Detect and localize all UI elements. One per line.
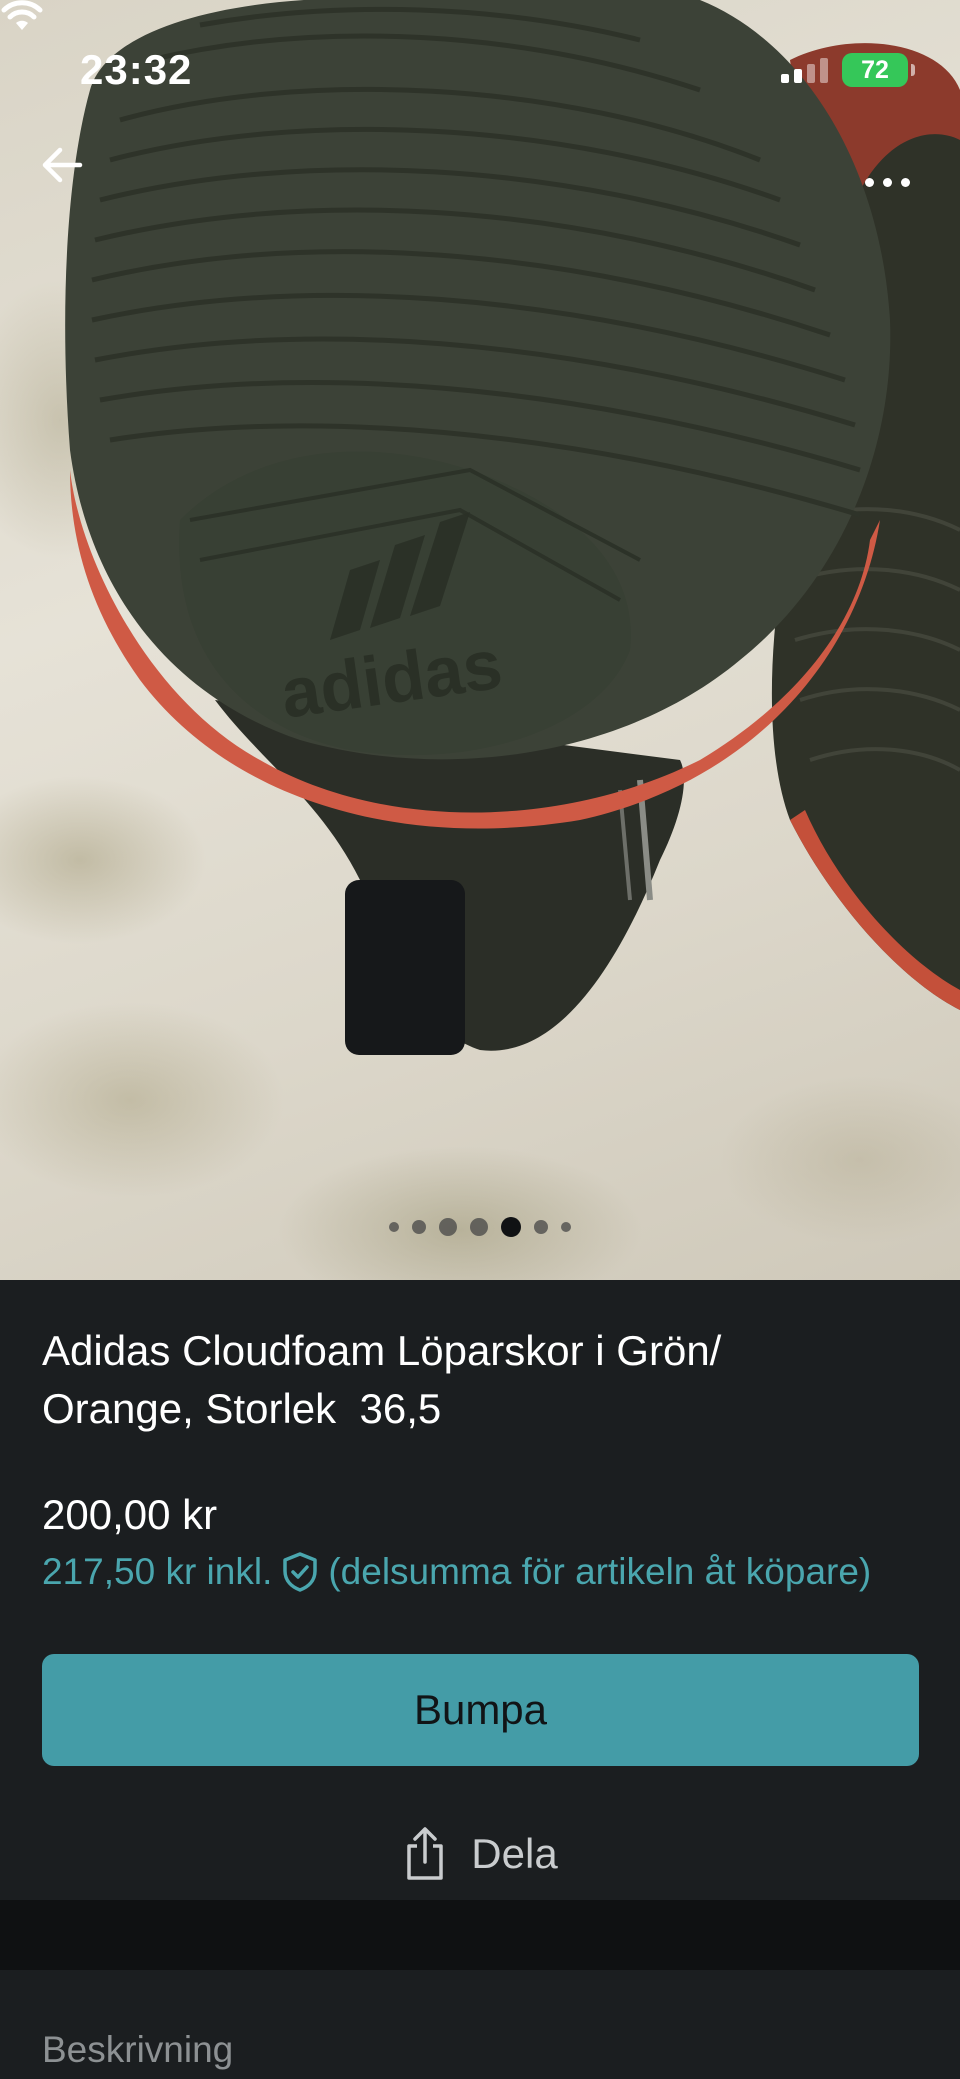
arrow-left-icon	[42, 147, 83, 183]
carousel-dot[interactable]	[389, 1222, 399, 1232]
shield-check-icon	[283, 1552, 318, 1592]
price-including-protection[interactable]: 217,50 kr inkl. (delsumma för artikeln å…	[42, 1548, 918, 1596]
bump-button[interactable]: Bumpa	[42, 1654, 919, 1766]
share-button[interactable]: Dela	[42, 1814, 919, 1894]
carousel-indicator	[0, 1217, 960, 1237]
clock: 23:32	[80, 46, 193, 93]
price-incl-amount: 217,50 kr inkl.	[42, 1551, 273, 1592]
product-photo[interactable]: adidas 23:32 72	[0, 0, 960, 1280]
carousel-dot[interactable]	[470, 1218, 488, 1236]
share-icon	[407, 1827, 444, 1880]
price-incl-note: (delsumma för artikeln åt köpare)	[328, 1551, 872, 1592]
battery-level: 72	[861, 55, 889, 84]
bump-button-label: Bumpa	[413, 1686, 548, 1733]
carousel-dot[interactable]	[534, 1220, 548, 1234]
listing-details: Adidas Cloudfoam Löparskor i Grön/ Orang…	[0, 1280, 960, 1900]
carousel-dot[interactable]	[439, 1218, 457, 1236]
status-bar: 23:32 72	[0, 0, 960, 140]
more-options-button[interactable]	[850, 150, 924, 214]
status-icons: 72	[1, 0, 915, 87]
carousel-dot-active[interactable]	[501, 1217, 521, 1237]
listing-price: 200,00 kr	[42, 1491, 218, 1538]
share-button-label: Dela	[471, 1830, 558, 1877]
back-button[interactable]	[40, 145, 104, 209]
description-section: Beskrivning	[0, 1970, 960, 2079]
section-divider	[0, 1900, 960, 1970]
item-detail-screen: adidas 23:32 72 Adidas Cloudfoam Löparsk…	[0, 0, 960, 2079]
listing-title: Adidas Cloudfoam Löparskor i Grön/ Orang…	[42, 1327, 722, 1432]
wifi-icon	[1, 0, 43, 30]
battery-icon: 72	[842, 53, 915, 87]
description-heading: Beskrivning	[42, 2029, 234, 2070]
carousel-dot[interactable]	[412, 1220, 426, 1234]
more-dots-icon	[864, 177, 874, 187]
cellular-signal-icon	[781, 57, 828, 83]
carousel-dot[interactable]	[561, 1222, 571, 1232]
sneaker-photo-illustration: adidas	[65, 0, 960, 1055]
